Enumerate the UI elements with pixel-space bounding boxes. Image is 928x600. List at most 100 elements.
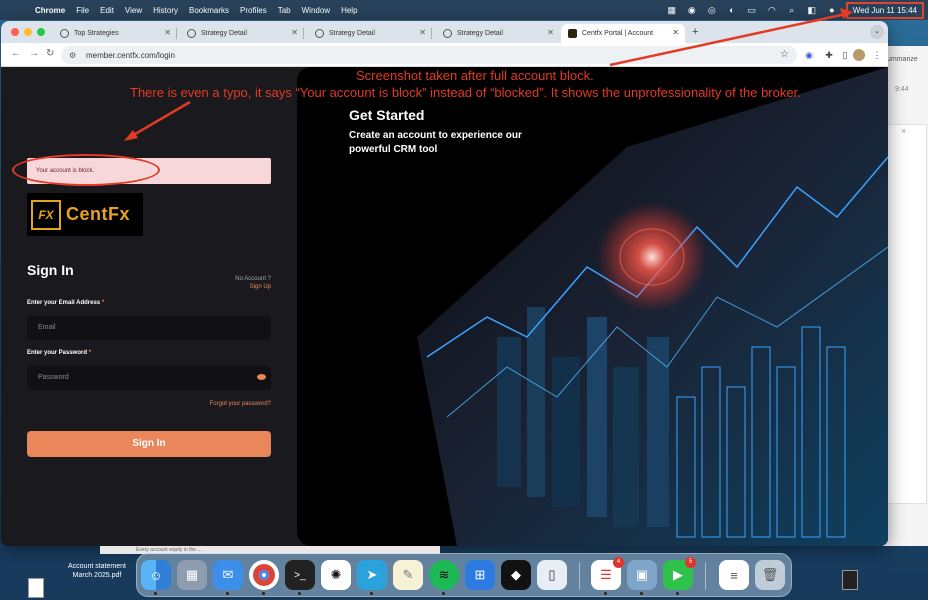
sign-in-heading: Sign In	[27, 262, 74, 278]
phone-file-icon[interactable]	[842, 570, 858, 590]
tab-title: Strategy Detail	[329, 30, 375, 37]
hero-panel: Get Started Create an account to experie…	[297, 67, 888, 546]
puzzle-icon[interactable]: ✚	[823, 49, 835, 61]
globe-icon	[443, 29, 452, 38]
menu-view[interactable]: View	[125, 6, 142, 15]
menu-app-name[interactable]: Chrome	[35, 6, 65, 15]
dock-document-icon[interactable]: ≡	[719, 560, 749, 590]
forgot-password-link[interactable]: Forgot your password?	[210, 401, 271, 407]
running-indicator	[442, 592, 445, 595]
sign-up-link[interactable]: Sign Up	[250, 284, 271, 290]
pdf-file-icon[interactable]	[28, 578, 44, 598]
volume-icon[interactable]: ◐	[726, 4, 738, 16]
forward-icon[interactable]: →	[29, 48, 39, 59]
centfx-favicon-icon	[568, 29, 577, 38]
annotation-line-2: There is even a typo, it says “Your acco…	[130, 85, 801, 100]
zoom-window-button[interactable]	[37, 28, 45, 36]
tab-strategy-detail-1[interactable]: Strategy Detail ✕	[180, 24, 304, 43]
logo-mark-text: FX	[38, 207, 54, 222]
tab-close-icon[interactable]: ✕	[291, 28, 298, 37]
control-center-icon[interactable]: ◧	[806, 4, 818, 16]
dock-trash-icon[interactable]: 🗑	[755, 560, 785, 590]
bookmark-star-icon[interactable]: ☆	[780, 49, 789, 60]
tab-separator	[303, 28, 304, 39]
dock-chatgpt-icon[interactable]: ✺	[321, 560, 351, 590]
menu-edit[interactable]: Edit	[100, 6, 114, 15]
dock-launchpad-icon[interactable]: ▦	[177, 560, 207, 590]
menu-profiles[interactable]: Profiles	[240, 6, 267, 15]
dock-box-app-icon[interactable]: ◆	[501, 560, 531, 590]
user-icon[interactable]: ◎	[706, 4, 718, 16]
dock-terminal-icon[interactable]: >_	[285, 560, 315, 595]
dock-spotify-icon[interactable]: ≋	[429, 560, 459, 595]
hero-subtitle: Create an account to experience our powe…	[349, 130, 522, 155]
show-password-eye-icon[interactable]	[257, 374, 266, 380]
vpn-icon[interactable]: ◉	[686, 4, 698, 16]
tab-close-icon[interactable]: ✕	[672, 28, 679, 37]
tab-centfx-portal[interactable]: Centfx Portal | Account ✕	[561, 24, 685, 43]
desktop-file-label[interactable]: Account statement March 2025.pdf	[68, 562, 126, 580]
tab-strip: Top Strategies ✕ Strategy Detail ✕ Strat…	[1, 21, 888, 43]
globe-icon	[60, 29, 69, 38]
dock-facetime-icon[interactable]: ▶ 5	[663, 557, 696, 595]
dock-reminders-icon[interactable]: ☰ 4	[591, 557, 624, 595]
hero-title: Get Started	[349, 107, 425, 123]
password-field[interactable]: Password	[27, 366, 271, 390]
dock-windows-app-icon[interactable]: ⊞	[465, 560, 495, 590]
dock-iphone-mirroring-icon[interactable]: ▯	[537, 560, 567, 590]
tab-title: Top Strategies	[74, 30, 119, 37]
running-indicator	[640, 592, 643, 595]
tab-strategy-detail-3[interactable]: Strategy Detail ✕	[436, 24, 560, 43]
email-field[interactable]: Email	[27, 316, 271, 340]
dock-notes-icon[interactable]: ✎	[393, 560, 423, 590]
wifi-icon[interactable]: ◠	[766, 4, 778, 16]
address-bar[interactable]: ⚙ member.centfx.com/login ☆	[61, 46, 797, 64]
more-menu-icon[interactable]: ⋮	[871, 49, 883, 61]
tab-close-icon[interactable]: ✕	[164, 28, 171, 37]
dock-separator	[705, 562, 706, 590]
globe-icon	[187, 29, 196, 38]
tab-top-strategies[interactable]: Top Strategies ✕	[53, 24, 177, 43]
annotation-ellipse	[12, 154, 160, 186]
sidepanel-icon[interactable]: ▯	[839, 49, 851, 61]
url-text[interactable]: member.centfx.com/login	[86, 51, 175, 60]
dock-chrome-icon[interactable]	[249, 560, 279, 595]
sign-in-button[interactable]: Sign In	[27, 431, 271, 457]
chrome-ring	[253, 564, 275, 586]
battery-icon[interactable]: ▭	[746, 4, 758, 16]
menu-window[interactable]: Window	[302, 6, 330, 15]
new-tab-button[interactable]: +	[692, 26, 698, 38]
extension-icon[interactable]: ◉	[803, 49, 815, 61]
dock-mail-icon[interactable]: ✉	[213, 560, 243, 595]
minimize-window-button[interactable]	[24, 28, 32, 36]
siri-icon[interactable]: ●	[826, 4, 838, 16]
menu-file[interactable]: File	[76, 6, 89, 15]
logo-wordmark: CentFx	[66, 204, 131, 224]
grid-icon[interactable]: ▦	[666, 4, 678, 16]
search-icon[interactable]: ⌕	[786, 4, 798, 16]
site-info-icon[interactable]: ⚙	[69, 51, 79, 60]
back-icon[interactable]: ←	[11, 48, 21, 59]
tab-search-chevron-icon[interactable]: ⌄	[870, 25, 884, 39]
no-account-text: No Account ?	[235, 276, 271, 282]
dock-preview-icon[interactable]: ▣	[627, 560, 657, 595]
menu-tab[interactable]: Tab	[278, 6, 291, 15]
tab-strategy-detail-2[interactable]: Strategy Detail ✕	[308, 24, 432, 43]
tab-close-icon[interactable]: ✕	[419, 28, 426, 37]
reload-icon[interactable]: ↻	[46, 48, 54, 59]
profile-avatar[interactable]	[853, 49, 865, 61]
dock-separator	[579, 562, 580, 590]
close-window-button[interactable]	[11, 28, 19, 36]
menu-bookmarks[interactable]: Bookmarks	[189, 6, 229, 15]
facetime-badge: 5	[685, 557, 696, 568]
menu-help[interactable]: Help	[341, 6, 357, 15]
summarize-label[interactable]: ummarize	[887, 56, 918, 63]
menubar-clock[interactable]: Wed Jun 11 15:44	[845, 1, 924, 19]
centfx-logo: FX CentFx	[27, 193, 143, 236]
tab-close-icon[interactable]: ✕	[547, 28, 554, 37]
running-indicator	[226, 592, 229, 595]
dock-finder-icon[interactable]: ☺	[141, 560, 171, 595]
close-icon[interactable]: ×	[901, 126, 906, 136]
menu-history[interactable]: History	[153, 6, 178, 15]
dock-telegram-icon[interactable]: ➤	[357, 560, 387, 595]
